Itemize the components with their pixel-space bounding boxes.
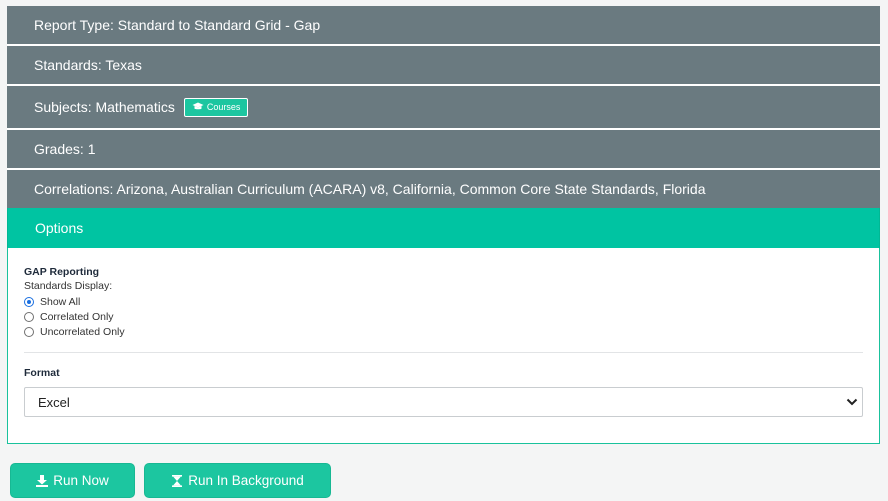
radio-correlated-only[interactable]: Correlated Only xyxy=(24,309,863,324)
standards-row: Standards: Texas xyxy=(7,46,880,86)
report-type-text: Report Type: Standard to Standard Grid -… xyxy=(34,17,321,33)
subjects-row: Subjects: Mathematics Courses xyxy=(7,86,880,130)
courses-badge-label: Courses xyxy=(206,102,241,112)
radio-show-all[interactable]: Show All xyxy=(24,294,863,309)
grades-row: Grades: 1 xyxy=(7,130,880,170)
options-title: Options xyxy=(35,220,84,236)
options-header[interactable]: Options xyxy=(7,208,880,248)
standards-display-radio-group: Show All Correlated Only Uncorrelated On… xyxy=(24,294,863,339)
gap-reporting-title: GAP Reporting xyxy=(24,266,100,278)
hourglass-icon xyxy=(172,474,183,487)
chevron-down-icon xyxy=(846,398,858,406)
radio-button[interactable] xyxy=(24,311,34,322)
radio-show-all-label: Show All xyxy=(40,295,81,308)
courses-badge[interactable]: Courses xyxy=(183,97,249,117)
radio-button-checked[interactable] xyxy=(24,296,34,307)
options-panel: GAP Reporting Standards Display: Show Al… xyxy=(7,248,880,444)
download-icon xyxy=(36,474,49,487)
correlations-row: Correlations: Arizona, Australian Curric… xyxy=(7,170,880,208)
subjects-text: Subjects: Mathematics xyxy=(34,99,175,115)
correlations-text: Correlations: Arizona, Australian Curric… xyxy=(34,181,706,197)
report-type-row: Report Type: Standard to Standard Grid -… xyxy=(7,6,880,46)
radio-button[interactable] xyxy=(24,326,34,337)
grades-text: Grades: 1 xyxy=(34,141,96,157)
section-divider xyxy=(24,352,863,353)
run-in-background-label: Run In Background xyxy=(188,473,304,488)
format-select[interactable]: Excel xyxy=(24,387,863,417)
standards-display-label: Standards Display: xyxy=(24,280,113,292)
standards-text: Standards: Texas xyxy=(34,57,142,73)
radio-uncorrelated-only[interactable]: Uncorrelated Only xyxy=(24,324,863,339)
format-select-value: Excel xyxy=(38,394,70,410)
run-now-button[interactable]: Run Now xyxy=(10,463,135,498)
run-now-label: Run Now xyxy=(53,473,109,488)
format-title: Format xyxy=(24,367,60,379)
graduation-cap-icon xyxy=(192,102,204,110)
report-summary-panel: Report Type: Standard to Standard Grid -… xyxy=(7,6,880,444)
radio-uncorrelated-only-label: Uncorrelated Only xyxy=(40,325,125,338)
run-in-background-button[interactable]: Run In Background xyxy=(144,463,331,498)
radio-correlated-only-label: Correlated Only xyxy=(40,310,114,323)
